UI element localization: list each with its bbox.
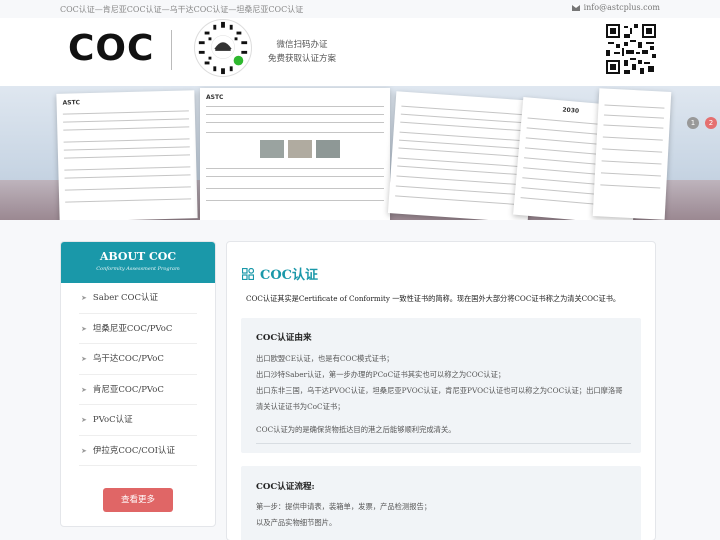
sidebar-item-uganda-coc[interactable]: ➤ 乌干达COC/PVoC bbox=[79, 344, 197, 375]
sidebar-menu: ➤ Saber COC认证 ➤ 坦桑尼亚COC/PVoC ➤ 乌干达COC/PVoC … bbox=[61, 283, 215, 466]
sidebar-item-kenya-coc[interactable]: ➤ 肯尼亚COC/PVoC bbox=[79, 375, 197, 405]
sidebar-title: ABOUT COC bbox=[99, 250, 177, 263]
certificate-image-2: ASTC bbox=[200, 88, 390, 220]
origin-footer: COC认证为的是确保货物抵达目的港之后能够顺利完成清关。 bbox=[256, 425, 456, 434]
sidebar-item-label: 坦桑尼亚COC/PVoC bbox=[92, 323, 173, 334]
origin-section: COC认证由来 出口欧盟CE认证，也是有COC模式证书； 出口沙特Saber认证… bbox=[241, 318, 641, 453]
top-bar: COC认证—肯尼亚COC认证—乌干达COC认证—坦桑尼亚COC认证 info@a… bbox=[0, 0, 720, 18]
banner-pager-1[interactable]: 1 bbox=[687, 117, 699, 129]
sidebar-subtitle: Conformity Assessment Program bbox=[96, 266, 180, 272]
process-line-2: 以及产品实物细节图片。 bbox=[256, 518, 337, 527]
main-content: COC认证 COC认证其实是Certificate of Conformity … bbox=[226, 241, 656, 540]
mail-icon bbox=[571, 5, 580, 11]
scan-line-2: 免费获取认证方案 bbox=[267, 54, 336, 64]
sidebar-item-pvoc[interactable]: ➤ PVoC认证 bbox=[79, 405, 197, 436]
header-divider bbox=[171, 30, 172, 70]
section-divider bbox=[256, 443, 631, 444]
page-title: COC认证 bbox=[242, 264, 318, 283]
sidebar-item-label: 乌干达COC/PVoC bbox=[92, 354, 164, 364]
sidebar: ABOUT COC Conformity Assessment Program … bbox=[60, 241, 216, 527]
scan-prompt: 微信扫码办证 免费获取认证方案 bbox=[262, 38, 342, 66]
chevron-right-icon: ➤ bbox=[81, 416, 87, 424]
chevron-right-icon: ➤ bbox=[81, 324, 87, 333]
chevron-right-icon: ➤ bbox=[81, 446, 87, 455]
sidebar-item-saber-coc[interactable]: ➤ Saber COC认证 bbox=[79, 283, 197, 314]
sidebar-item-label: 肯尼亚COC/PVoC bbox=[92, 384, 164, 395]
qr-code-icon bbox=[606, 24, 656, 74]
hero-banner[interactable]: ASTC ASTC 2030 bbox=[0, 86, 720, 220]
sidebar-item-label: PVoC认证 bbox=[92, 415, 133, 425]
grid-icon bbox=[242, 268, 254, 280]
chevron-right-icon: ➤ bbox=[81, 294, 87, 302]
chevron-right-icon: ➤ bbox=[81, 355, 87, 363]
process-line-1: 第一步：提供申请表，装箱单，发票，产品检测报告； bbox=[256, 502, 432, 511]
sidebar-header: ABOUT COC Conformity Assessment Program bbox=[61, 242, 215, 283]
origin-line-2: 出口沙特Saber认证，第一步办理的PCoC证书其实也可以称之为COC认证； bbox=[256, 370, 506, 379]
origin-line-4: 清关认证证书为CoC证书； bbox=[256, 402, 345, 411]
origin-line-1: 出口欧盟CE认证，也是有COC模式证书； bbox=[256, 354, 394, 363]
sidebar-item-label: Saber COC认证 bbox=[92, 293, 158, 303]
cert-2-title: ASTC bbox=[206, 94, 224, 101]
header: COC 微信扫码办证 免费获取认证方案 bbox=[0, 18, 720, 86]
email-link[interactable]: info@astcplus.com bbox=[571, 3, 660, 12]
email-text: info@astcplus.com bbox=[583, 3, 660, 12]
origin-heading: COC认证由来 bbox=[256, 333, 312, 343]
process-section: COC认证流程: 第一步：提供申请表，装箱单，发票，产品检测报告； 以及产品实物… bbox=[241, 466, 641, 540]
intro-text: COC认证其实是Certificate of Conformity 一致性证书的… bbox=[246, 294, 621, 303]
origin-line-3: 出口东非三国，乌干达PVOC认证，坦桑尼亚PVOC认证，肯尼亚PVOC认证也可以… bbox=[256, 386, 623, 395]
process-heading: COC认证流程: bbox=[256, 482, 315, 492]
chevron-right-icon: ➤ bbox=[81, 385, 87, 394]
certificate-image-1: ASTC bbox=[56, 90, 198, 220]
banner-pager-2[interactable]: 2 bbox=[705, 117, 717, 129]
cert-1-title: ASTC bbox=[62, 99, 81, 107]
site-logo[interactable]: COC bbox=[68, 28, 154, 69]
scan-line-1: 微信扫码办证 bbox=[276, 40, 328, 50]
view-more-button[interactable]: 查看更多 bbox=[103, 488, 173, 512]
sidebar-item-tanzania-coc[interactable]: ➤ 坦桑尼亚COC/PVoC bbox=[79, 314, 197, 344]
sidebar-item-iraq-coc[interactable]: ➤ 伊拉克COC/COI认证 bbox=[79, 436, 197, 466]
miniprogram-code-icon bbox=[198, 21, 248, 75]
page-title-text: COC认证 bbox=[260, 268, 319, 283]
wechat-miniprogram-code bbox=[194, 19, 252, 77]
breadcrumb[interactable]: COC认证—肯尼亚COC认证—乌干达COC认证—坦桑尼亚COC认证 bbox=[60, 4, 303, 15]
certificate-image-5 bbox=[592, 88, 672, 220]
cert-4-title: 2030 bbox=[562, 106, 580, 115]
sidebar-item-label: 伊拉克COC/COI认证 bbox=[92, 445, 176, 456]
